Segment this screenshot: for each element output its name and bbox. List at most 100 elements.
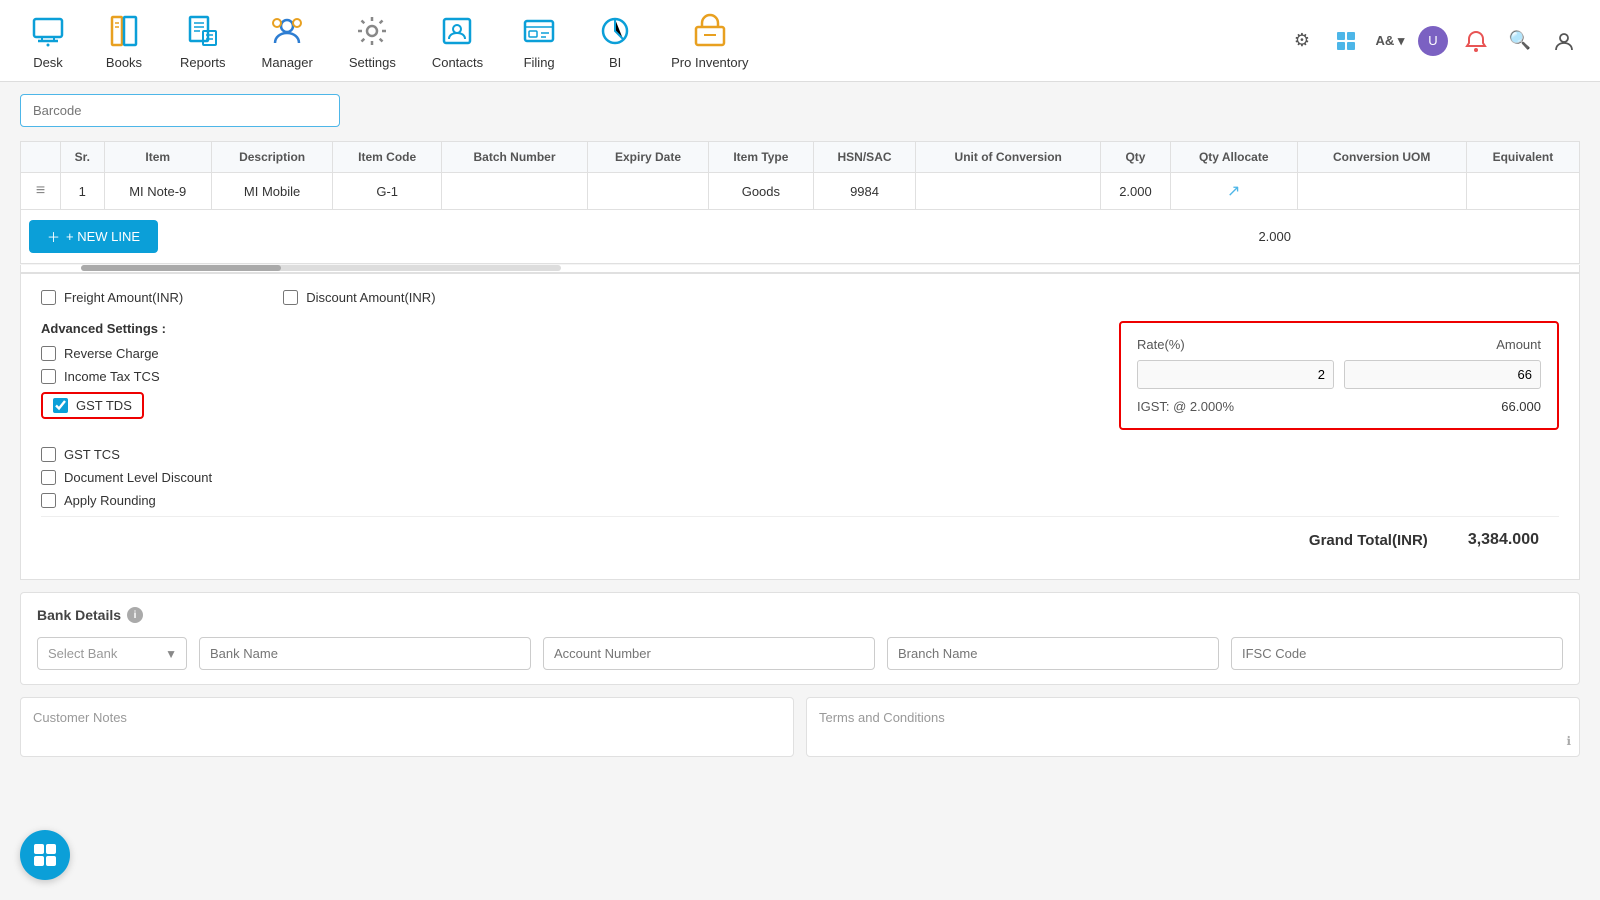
qty-total: 2.000 bbox=[1258, 229, 1571, 244]
col-qty: Qty bbox=[1101, 142, 1171, 173]
cell-item-type: Goods bbox=[709, 173, 814, 210]
top-nav: Desk Books Reports Manager Settings Cont… bbox=[0, 0, 1600, 82]
gst-tcs-section: GST TCS Document Level Discount Apply Ro… bbox=[41, 447, 1119, 508]
nav-pro-inventory[interactable]: Pro Inventory bbox=[653, 3, 766, 78]
table-header-row: Sr. Item Description Item Code Batch Num… bbox=[21, 142, 1580, 173]
notification-icon[interactable] bbox=[1460, 25, 1492, 57]
nav-bi-label: BI bbox=[609, 55, 621, 70]
gst-tds-box: GST TDS bbox=[41, 392, 144, 419]
discount-amount-checkbox[interactable] bbox=[283, 290, 298, 305]
select-bank-dropdown[interactable]: Select Bank bbox=[37, 637, 187, 670]
bank-name-input[interactable] bbox=[199, 637, 531, 670]
document-level-discount-label: Document Level Discount bbox=[64, 470, 212, 485]
amount-header: Amount bbox=[1339, 337, 1541, 352]
bank-details-section: Bank Details i Select Bank ▼ bbox=[20, 592, 1580, 685]
gst-summary-value: 66.000 bbox=[1501, 399, 1541, 414]
nav-books-label: Books bbox=[106, 55, 142, 70]
new-line-label: + NEW LINE bbox=[66, 229, 140, 244]
cell-hsn-sac: 9984 bbox=[813, 173, 916, 210]
gst-rate-input[interactable] bbox=[1137, 360, 1334, 389]
nav-manager-label: Manager bbox=[262, 55, 313, 70]
col-item-code: Item Code bbox=[333, 142, 442, 173]
apply-rounding-checkbox[interactable] bbox=[41, 493, 56, 508]
cell-unit-conversion bbox=[916, 173, 1101, 210]
manager-icon bbox=[267, 11, 307, 51]
barcode-row bbox=[20, 94, 1580, 127]
nav-bi[interactable]: BI bbox=[577, 3, 653, 78]
col-description: Description bbox=[212, 142, 333, 173]
select-bank-wrapper: Select Bank ▼ bbox=[37, 637, 187, 670]
barcode-input[interactable] bbox=[20, 94, 340, 127]
books-icon bbox=[104, 11, 144, 51]
gst-tcs-label: GST TCS bbox=[64, 447, 120, 462]
gst-tcs-checkbox[interactable] bbox=[41, 447, 56, 462]
gear-icon[interactable]: ⚙ bbox=[1286, 25, 1318, 57]
items-table: Sr. Item Description Item Code Batch Num… bbox=[20, 141, 1580, 210]
new-line-button[interactable]: ＋ + NEW LINE bbox=[29, 220, 158, 253]
customer-notes-label: Customer Notes bbox=[33, 710, 127, 725]
open-link-icon[interactable]: ↗ bbox=[1227, 183, 1240, 200]
col-qty-allocate: Qty Allocate bbox=[1170, 142, 1297, 173]
document-level-discount-checkbox[interactable] bbox=[41, 470, 56, 485]
advanced-settings-title: Advanced Settings : bbox=[41, 321, 1119, 336]
notes-row: Customer Notes Terms and Conditions ℹ bbox=[20, 697, 1580, 757]
ifsc-code-input[interactable] bbox=[1231, 637, 1563, 670]
new-line-row: ＋ + NEW LINE 2.000 bbox=[20, 210, 1580, 264]
left-panel: Advanced Settings : Reverse Charge Incom… bbox=[41, 321, 1119, 516]
nav-reports-label: Reports bbox=[180, 55, 226, 70]
bank-info-icon[interactable]: i bbox=[127, 607, 143, 623]
cell-qty-allocate[interactable]: ↗ bbox=[1170, 173, 1297, 210]
nav-manager[interactable]: Manager bbox=[244, 3, 331, 78]
profile-icon[interactable] bbox=[1548, 25, 1580, 57]
cell-batch-number bbox=[442, 173, 588, 210]
bank-details-title: Bank Details i bbox=[37, 607, 1563, 623]
nav-desk[interactable]: Desk bbox=[10, 3, 86, 78]
gst-tds-label: GST TDS bbox=[76, 398, 132, 413]
col-drag bbox=[21, 142, 61, 173]
reverse-charge-label: Reverse Charge bbox=[64, 346, 159, 361]
cell-sr: 1 bbox=[61, 173, 105, 210]
reverse-charge-checkbox[interactable] bbox=[41, 346, 56, 361]
reverse-charge-row: Reverse Charge bbox=[41, 346, 1119, 361]
filing-icon bbox=[519, 11, 559, 51]
col-equivalent: Equivalent bbox=[1466, 142, 1579, 173]
table-row[interactable]: ≡ 1 MI Note-9 MI Mobile G-1 Goods 9984 2… bbox=[21, 173, 1580, 210]
nav-filing[interactable]: Filing bbox=[501, 3, 577, 78]
col-hsn-sac: HSN/SAC bbox=[813, 142, 916, 173]
account-number-input[interactable] bbox=[543, 637, 875, 670]
nav-right-icons: ⚙ A& ▾ U 🔍 bbox=[1286, 25, 1590, 57]
nav-reports[interactable]: Reports bbox=[162, 3, 244, 78]
col-item-type: Item Type bbox=[709, 142, 814, 173]
nav-contacts[interactable]: Contacts bbox=[414, 3, 501, 78]
income-tax-tcs-label: Income Tax TCS bbox=[64, 369, 160, 384]
scroll-area[interactable] bbox=[20, 265, 1580, 273]
search-icon[interactable]: 🔍 bbox=[1504, 25, 1536, 57]
apply-rounding-row: Apply Rounding bbox=[41, 493, 1119, 508]
desk-icon bbox=[28, 11, 68, 51]
col-expiry-date: Expiry Date bbox=[587, 142, 708, 173]
language-icon[interactable]: A& ▾ bbox=[1374, 25, 1406, 57]
cell-conversion-uom bbox=[1297, 173, 1466, 210]
grid-icon[interactable] bbox=[1330, 25, 1362, 57]
gst-summary: IGST: @ 2.000% 66.000 bbox=[1137, 399, 1541, 414]
gst-amount-input[interactable] bbox=[1344, 360, 1541, 389]
nav-books[interactable]: Books bbox=[86, 3, 162, 78]
drag-handle[interactable]: ≡ bbox=[21, 173, 61, 210]
gst-tds-checkbox[interactable] bbox=[53, 398, 68, 413]
nav-settings[interactable]: Settings bbox=[331, 3, 414, 78]
plus-icon: ＋ bbox=[47, 227, 60, 246]
freight-checkbox[interactable] bbox=[41, 290, 56, 305]
user-avatar-icon[interactable]: U bbox=[1418, 26, 1448, 56]
scroll-thumb bbox=[81, 265, 281, 271]
settings-main-row: Advanced Settings : Reverse Charge Incom… bbox=[41, 321, 1559, 516]
discount-amount-label: Discount Amount(INR) bbox=[306, 290, 435, 305]
gst-inputs bbox=[1137, 360, 1541, 389]
income-tax-tcs-checkbox[interactable] bbox=[41, 369, 56, 384]
col-conversion-uom: Conversion UOM bbox=[1297, 142, 1466, 173]
rate-header: Rate(%) bbox=[1137, 337, 1339, 352]
float-menu-button[interactable] bbox=[20, 830, 70, 880]
branch-name-input[interactable] bbox=[887, 637, 1219, 670]
gst-summary-label: IGST: @ 2.000% bbox=[1137, 399, 1234, 414]
bank-details-label: Bank Details bbox=[37, 607, 121, 623]
notes-info-icon: ℹ bbox=[1566, 734, 1571, 748]
